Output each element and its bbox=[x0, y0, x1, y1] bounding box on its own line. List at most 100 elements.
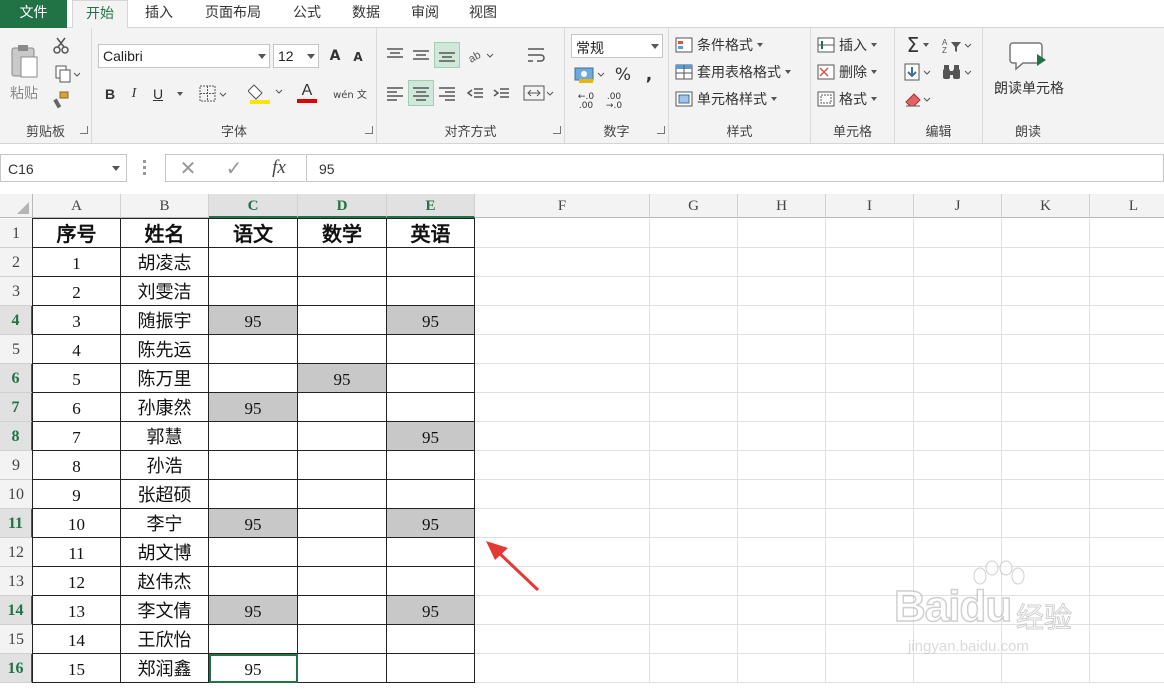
cell-f14[interactable] bbox=[475, 596, 650, 625]
cell-a11[interactable]: 10 bbox=[33, 509, 121, 538]
cell-e15[interactable] bbox=[387, 625, 475, 654]
enter-icon[interactable]: ✓ bbox=[219, 156, 249, 180]
increase-indent-button[interactable] bbox=[489, 80, 513, 106]
cell-g10[interactable] bbox=[650, 480, 738, 509]
decrease-indent-button[interactable] bbox=[463, 80, 487, 106]
cell-c7[interactable]: 95 bbox=[209, 393, 298, 422]
cell-c3[interactable] bbox=[209, 277, 298, 306]
cell-b14[interactable]: 李文倩 bbox=[121, 596, 209, 625]
cut-button[interactable] bbox=[50, 36, 72, 56]
cell-styles-button[interactable]: 单元格样式 bbox=[675, 88, 807, 110]
cell-g12[interactable] bbox=[650, 538, 738, 567]
cell-c11[interactable]: 95 bbox=[209, 509, 298, 538]
formula-bar-grip-icon[interactable] bbox=[143, 160, 147, 176]
cell-k3[interactable] bbox=[1002, 277, 1090, 306]
cell-h9[interactable] bbox=[738, 451, 826, 480]
tab-page-layout[interactable]: 页面布局 bbox=[194, 0, 272, 28]
cell-l9[interactable] bbox=[1090, 451, 1164, 480]
column-header-l[interactable]: L bbox=[1090, 194, 1164, 218]
phonetic-button[interactable]: wén 文 bbox=[332, 80, 368, 106]
cell-d3[interactable] bbox=[298, 277, 387, 306]
cell-g3[interactable] bbox=[650, 277, 738, 306]
row-header-2[interactable]: 2 bbox=[0, 248, 33, 277]
cell-l10[interactable] bbox=[1090, 480, 1164, 509]
cancel-icon[interactable]: ✕ bbox=[173, 156, 203, 180]
cell-b5[interactable]: 陈先运 bbox=[121, 335, 209, 364]
cell-b11[interactable]: 李宁 bbox=[121, 509, 209, 538]
cell-f2[interactable] bbox=[475, 248, 650, 277]
cell-b4[interactable]: 随振宇 bbox=[121, 306, 209, 335]
conditional-format-button[interactable]: 条件格式 bbox=[675, 34, 807, 56]
cell-e3[interactable] bbox=[387, 277, 475, 306]
cell-f1[interactable] bbox=[475, 219, 650, 248]
cell-c5[interactable] bbox=[209, 335, 298, 364]
cell-i10[interactable] bbox=[826, 480, 914, 509]
cell-c9[interactable] bbox=[209, 451, 298, 480]
cell-h2[interactable] bbox=[738, 248, 826, 277]
cell-i4[interactable] bbox=[826, 306, 914, 335]
font-color-button[interactable]: A bbox=[290, 80, 324, 106]
cell-k11[interactable] bbox=[1002, 509, 1090, 538]
cell-d2[interactable] bbox=[298, 248, 387, 277]
cell-h14[interactable] bbox=[738, 596, 826, 625]
cell-j11[interactable] bbox=[914, 509, 1002, 538]
decrease-decimal-button[interactable]: .00 →.0 bbox=[601, 90, 627, 114]
cell-d16[interactable] bbox=[298, 654, 387, 683]
cell-g2[interactable] bbox=[650, 248, 738, 277]
number-format-select[interactable]: 常规 bbox=[571, 34, 663, 58]
cell-d12[interactable] bbox=[298, 538, 387, 567]
cell-h11[interactable] bbox=[738, 509, 826, 538]
insert-function-icon[interactable]: fx bbox=[264, 156, 294, 180]
cell-j6[interactable] bbox=[914, 364, 1002, 393]
cell-b16[interactable]: 郑润鑫 bbox=[121, 654, 209, 683]
cell-c16[interactable]: 95 bbox=[209, 654, 298, 683]
cell-c10[interactable] bbox=[209, 480, 298, 509]
cell-a5[interactable]: 4 bbox=[33, 335, 121, 364]
cell-f8[interactable] bbox=[475, 422, 650, 451]
cell-g15[interactable] bbox=[650, 625, 738, 654]
column-header-c[interactable]: C bbox=[209, 194, 298, 218]
cell-a6[interactable]: 5 bbox=[33, 364, 121, 393]
underline-dropdown[interactable] bbox=[172, 82, 184, 106]
cell-d7[interactable] bbox=[298, 393, 387, 422]
column-header-d[interactable]: D bbox=[298, 194, 387, 218]
cell-d10[interactable] bbox=[298, 480, 387, 509]
fill-button[interactable] bbox=[901, 61, 935, 83]
tab-formulas[interactable]: 公式 bbox=[282, 0, 332, 28]
cell-b9[interactable]: 孙浩 bbox=[121, 451, 209, 480]
cell-d14[interactable] bbox=[298, 596, 387, 625]
cell-h13[interactable] bbox=[738, 567, 826, 596]
cell-b7[interactable]: 孙康然 bbox=[121, 393, 209, 422]
font-name-select[interactable]: Calibri bbox=[98, 44, 270, 68]
column-header-g[interactable]: G bbox=[650, 194, 738, 218]
cell-j1[interactable] bbox=[914, 219, 1002, 248]
cell-a9[interactable]: 8 bbox=[33, 451, 121, 480]
row-header-15[interactable]: 15 bbox=[0, 625, 33, 654]
cell-h7[interactable] bbox=[738, 393, 826, 422]
cell-a10[interactable]: 9 bbox=[33, 480, 121, 509]
cell-f15[interactable] bbox=[475, 625, 650, 654]
cell-e9[interactable] bbox=[387, 451, 475, 480]
cell-e7[interactable] bbox=[387, 393, 475, 422]
cell-i6[interactable] bbox=[826, 364, 914, 393]
cell-g4[interactable] bbox=[650, 306, 738, 335]
cell-e14[interactable]: 95 bbox=[387, 596, 475, 625]
cell-h3[interactable] bbox=[738, 277, 826, 306]
format-cells-button[interactable]: 格式 bbox=[817, 88, 891, 110]
row-header-5[interactable]: 5 bbox=[0, 335, 33, 364]
cell-a2[interactable]: 1 bbox=[33, 248, 121, 277]
cell-e2[interactable] bbox=[387, 248, 475, 277]
cell-a3[interactable]: 2 bbox=[33, 277, 121, 306]
cell-a12[interactable]: 11 bbox=[33, 538, 121, 567]
orientation-button[interactable]: ab bbox=[465, 42, 497, 68]
cell-b1[interactable]: 姓名 bbox=[121, 219, 209, 248]
cell-j2[interactable] bbox=[914, 248, 1002, 277]
cell-d9[interactable] bbox=[298, 451, 387, 480]
cell-c13[interactable] bbox=[209, 567, 298, 596]
cell-h1[interactable] bbox=[738, 219, 826, 248]
align-top-button[interactable] bbox=[383, 42, 407, 68]
cell-d5[interactable] bbox=[298, 335, 387, 364]
cell-b6[interactable]: 陈万里 bbox=[121, 364, 209, 393]
cell-a1[interactable]: 序号 bbox=[33, 219, 121, 248]
cell-a7[interactable]: 6 bbox=[33, 393, 121, 422]
